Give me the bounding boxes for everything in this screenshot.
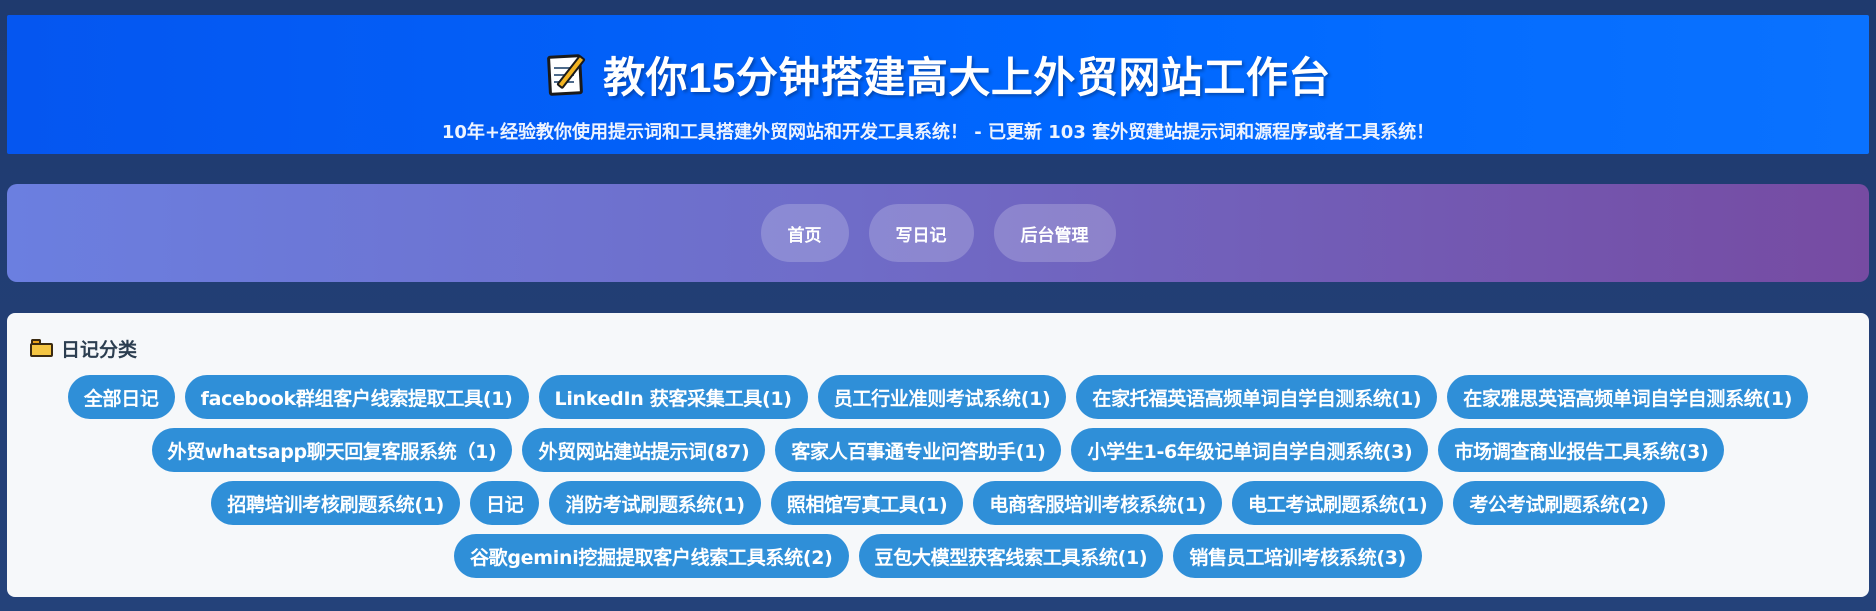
category-tag[interactable]: 外贸whatsapp聊天回复客服系统（1)	[151, 428, 513, 472]
category-tag-list: 全部日记 facebook群组客户线索提取工具(1) LinkedIn 获客采集…	[27, 375, 1849, 578]
category-tag[interactable]: LinkedIn 获客采集工具(1)	[538, 375, 808, 419]
category-tag[interactable]: 在家托福英语高频单词自学自测系统(1)	[1076, 375, 1438, 419]
category-tag[interactable]: 员工行业准则考试系统(1)	[817, 375, 1067, 419]
category-tag[interactable]: 考公考试刷题系统(2)	[1453, 481, 1665, 525]
site-header: 教你15分钟搭建高大上外贸网站工作台 10年+经验教你使用提示词和工具搭建外贸网…	[7, 15, 1869, 154]
category-panel-title: 日记分类	[61, 338, 138, 361]
category-tag[interactable]: 外贸网站建站提示词(87)	[522, 428, 766, 472]
category-tag[interactable]: 电工考试刷题系统(1)	[1232, 481, 1444, 525]
header-title-row: 教你15分钟搭建高大上外贸网站工作台	[7, 45, 1869, 103]
category-panel: 日记分类 全部日记 facebook群组客户线索提取工具(1) LinkedIn…	[7, 313, 1869, 597]
category-tag[interactable]: 客家人百事通专业问答助手(1)	[775, 428, 1062, 472]
nav-admin-button[interactable]: 后台管理	[993, 204, 1116, 262]
category-tag[interactable]: 小学生1-6年级记单词自学自测系统(3)	[1071, 428, 1429, 472]
main-nav: 首页 写日记 后台管理	[7, 184, 1869, 282]
nav-home-button[interactable]: 首页	[760, 204, 849, 262]
category-tag[interactable]: 在家雅思英语高频单词自学自测系统(1)	[1447, 375, 1809, 419]
nav-write-diary-button[interactable]: 写日记	[868, 204, 974, 262]
site-subtitle: 10年+经验教你使用提示词和工具搭建外贸网站和开发工具系统！ - 已更新 103…	[441, 122, 1435, 143]
category-tag[interactable]: 豆包大模型获客线索工具系统(1)	[858, 534, 1164, 578]
category-panel-header: 日记分类	[30, 335, 137, 361]
category-tag[interactable]: 谷歌gemini挖掘提取客户线索工具系统(2)	[453, 534, 849, 578]
category-tag[interactable]: 消防考试刷题系统(1)	[549, 481, 761, 525]
category-tag[interactable]: 招聘培训考核刷题系统(1)	[211, 481, 461, 525]
memo-icon	[545, 51, 589, 97]
category-tag[interactable]: 市场调查商业报告工具系统(3)	[1438, 428, 1725, 472]
folder-icon	[30, 339, 53, 357]
category-tag[interactable]: 销售员工培训考核系统(3)	[1173, 534, 1423, 578]
category-tag[interactable]: 日记	[470, 481, 540, 525]
category-tag[interactable]: 电商客服培训考核系统(1)	[973, 481, 1223, 525]
site-title: 教你15分钟搭建高大上外贸网站工作台	[603, 53, 1331, 101]
category-tag-all[interactable]: 全部日记	[67, 375, 175, 419]
category-tag[interactable]: facebook群组客户线索提取工具(1)	[184, 375, 529, 419]
category-tag[interactable]: 照相馆写真工具(1)	[770, 481, 964, 525]
